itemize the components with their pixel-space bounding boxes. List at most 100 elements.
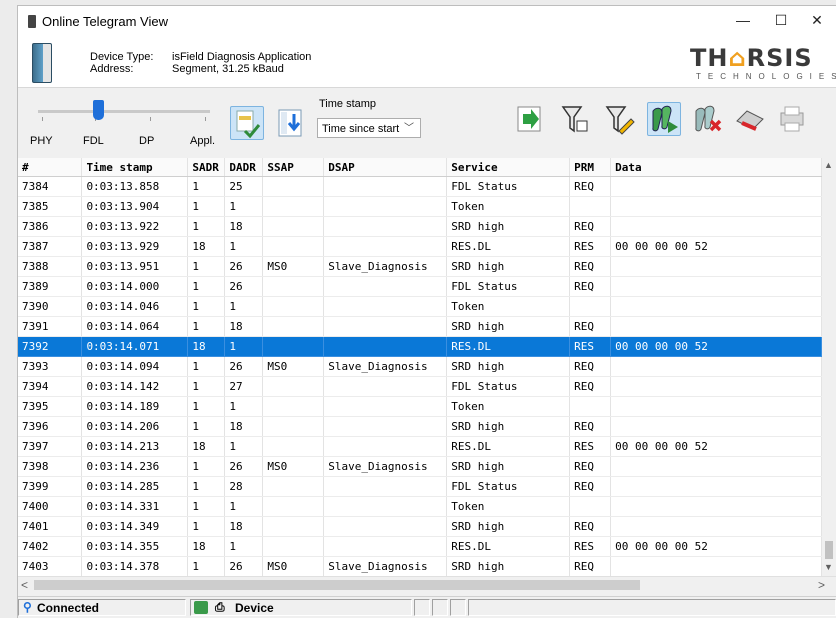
trigger-off-icon[interactable] [558, 102, 592, 136]
refresh-icon [194, 601, 208, 614]
table-cell: 7387 [18, 236, 83, 257]
column-header[interactable]: SSAP [262, 158, 325, 177]
table-row[interactable]: 7397 0:03:14.213 18 1 RES.DL RES 00 00 00 00 5… [18, 436, 822, 457]
horizontal-scroll-thumb[interactable] [34, 580, 640, 590]
scroll-left-icon[interactable]: < [21, 578, 28, 592]
thorsis-logo: TH⌂RSIS TECHNOLOGIES [690, 44, 836, 84]
column-header[interactable]: Service [446, 158, 571, 177]
export-icon[interactable] [513, 102, 547, 136]
table-row[interactable]: 7393 0:03:14.094 1 26 MS0 Slave_Diagnosis SRD … [18, 356, 822, 377]
table-cell [610, 196, 822, 217]
column-header[interactable]: SADR [187, 158, 226, 177]
table-cell: 0:03:14.000 [81, 276, 189, 297]
telegram-table: # Time stamp SADR DADR SSAP DSAP Service PRM Dat… [18, 158, 822, 576]
table-cell: REQ [569, 476, 612, 497]
timestamp-select[interactable]: Time since start ﹀ [317, 118, 421, 138]
table-cell: 7395 [18, 396, 83, 417]
table-row[interactable]: 7387 0:03:13.929 18 1 RES.DL RES 00 00 00 00 5… [18, 236, 822, 257]
column-header[interactable]: # [18, 158, 83, 177]
table-cell [610, 476, 822, 497]
table-cell [610, 496, 822, 517]
table-row[interactable]: 7390 0:03:14.046 1 1 Token [18, 296, 822, 317]
clear-icon[interactable] [733, 102, 767, 136]
scroll-right-icon[interactable]: > [818, 578, 825, 592]
table-cell: 18 [224, 416, 264, 437]
scroll-down-icon[interactable] [274, 106, 308, 140]
table-cell [262, 276, 325, 297]
table-cell [569, 196, 612, 217]
scroll-up-icon[interactable]: ▲ [824, 160, 833, 170]
address-value: Segment, 31.25 kBaud [172, 63, 284, 75]
trigger-edit-icon[interactable] [602, 102, 636, 136]
table-cell [610, 356, 822, 377]
table-cell: RES [569, 336, 612, 357]
table-cell: SRD high [446, 316, 571, 337]
table-cell [323, 376, 448, 397]
stop-recording-icon[interactable] [690, 102, 724, 136]
table-cell [323, 276, 448, 297]
table-row[interactable]: 7400 0:03:14.331 1 1 Token [18, 496, 822, 517]
table-cell [323, 176, 448, 197]
table-row[interactable]: 7388 0:03:13.951 1 26 MS0 Slave_Diagnosis SRD … [18, 256, 822, 277]
horizontal-scrollbar[interactable]: < > [18, 576, 836, 593]
layer-slider-track[interactable] [38, 110, 210, 113]
print-icon[interactable] [776, 102, 806, 136]
table-cell: REQ [569, 556, 612, 576]
table-cell: 0:03:14.094 [81, 356, 189, 377]
table-row[interactable]: 7398 0:03:14.236 1 26 MS0 Slave_Diagnosis SRD … [18, 456, 822, 477]
table-cell [323, 216, 448, 237]
status-connection: Connected [37, 601, 100, 615]
table-cell: 0:03:14.285 [81, 476, 189, 497]
table-cell [569, 496, 612, 517]
column-header[interactable]: Data [610, 158, 822, 177]
table-cell [323, 516, 448, 537]
table-cell [262, 536, 325, 557]
table-row[interactable]: 7385 0:03:13.904 1 1 Token [18, 196, 822, 217]
minimize-button[interactable]: — [732, 12, 754, 30]
table-row[interactable]: 7391 0:03:14.064 1 18 SRD high REQ [18, 316, 822, 337]
table-cell [262, 236, 325, 257]
table-cell: 7401 [18, 516, 83, 537]
table-row[interactable]: 7386 0:03:13.922 1 18 SRD high REQ [18, 216, 822, 237]
table-cell [610, 176, 822, 197]
table-row[interactable]: 7394 0:03:14.142 1 27 FDL Status REQ [18, 376, 822, 397]
table-cell: 0:03:14.213 [81, 436, 189, 457]
table-cell [569, 396, 612, 417]
table-cell [323, 436, 448, 457]
table-row[interactable]: 7389 0:03:14.000 1 26 FDL Status REQ [18, 276, 822, 297]
table-cell [610, 396, 822, 417]
table-cell: 1 [187, 456, 226, 477]
column-header[interactable]: Time stamp [81, 158, 189, 177]
table-cell [323, 536, 448, 557]
start-recording-icon[interactable] [647, 102, 681, 136]
table-row[interactable]: 7384 0:03:13.858 1 25 FDL Status REQ [18, 176, 822, 197]
table-cell: REQ [569, 356, 612, 377]
table-row[interactable]: 7395 0:03:14.189 1 1 Token [18, 396, 822, 417]
device-header: Device Type: isField Diagnosis Applicati… [18, 37, 836, 88]
column-header[interactable]: DADR [224, 158, 264, 177]
table-row[interactable]: 7396 0:03:14.206 1 18 SRD high REQ [18, 416, 822, 437]
table-cell: MS0 [262, 556, 325, 576]
table-cell: 7386 [18, 216, 83, 237]
column-header[interactable]: DSAP [323, 158, 448, 177]
maximize-button[interactable]: ☐ [770, 12, 792, 30]
table-row[interactable]: 7399 0:03:14.285 1 28 FDL Status REQ [18, 476, 822, 497]
table-cell: 1 [224, 296, 264, 317]
table-cell: 7394 [18, 376, 83, 397]
filter-icon[interactable] [230, 106, 264, 140]
table-cell: Token [446, 396, 571, 417]
table-cell: 0:03:13.858 [81, 176, 189, 197]
table-cell: Slave_Diagnosis [323, 256, 448, 277]
vertical-scrollbar[interactable]: ▲ ▼ [822, 158, 836, 576]
table-row[interactable]: 7403 0:03:14.378 1 26 MS0 Slave_Diagnosis SRD … [18, 556, 822, 576]
table-row[interactable]: 7392 0:03:14.071 18 1 RES.DL RES 00 00 00 00 5… [18, 336, 822, 357]
scroll-down-arrow-icon[interactable]: ▼ [824, 562, 833, 572]
vertical-scroll-thumb[interactable] [825, 541, 833, 559]
column-header[interactable]: PRM [569, 158, 612, 177]
close-button[interactable]: ✕ [806, 12, 828, 30]
table-row[interactable]: 7401 0:03:14.349 1 18 SRD high REQ [18, 516, 822, 537]
table-cell [610, 216, 822, 237]
table-cell: 28 [224, 476, 264, 497]
layer-slider-thumb[interactable] [93, 100, 105, 120]
table-row[interactable]: 7402 0:03:14.355 18 1 RES.DL RES 00 00 00 00 5… [18, 536, 822, 557]
